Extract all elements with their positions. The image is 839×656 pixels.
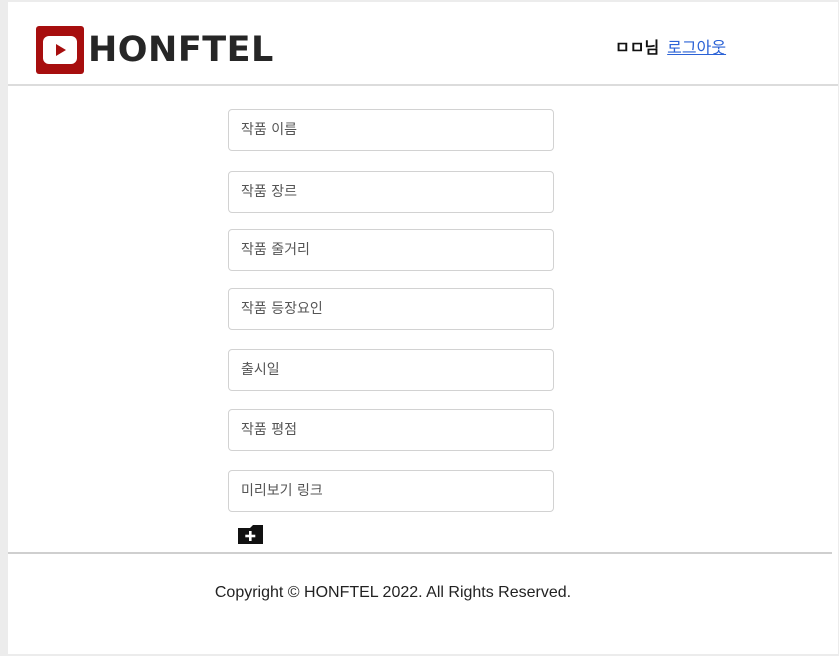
footer-divider [8, 552, 832, 554]
work-rating-input[interactable] [228, 409, 554, 451]
logo-text: HONFTEL [88, 30, 274, 70]
logout-link[interactable]: 로그아웃 [667, 34, 726, 58]
logo[interactable]: HONFTEL [36, 26, 274, 74]
folder-plus-icon [238, 525, 263, 544]
copyright-text: Copyright © HONFTEL 2022. All Rights Res… [214, 584, 572, 601]
work-characters-input[interactable] [228, 288, 554, 330]
work-genre-input[interactable] [228, 171, 554, 213]
release-date-input[interactable] [228, 349, 554, 391]
play-logo-icon [36, 26, 84, 74]
header: HONFTEL ㅁㅁ님 로그아웃 [8, 2, 838, 86]
work-title-input[interactable] [228, 109, 554, 151]
page: HONFTEL ㅁㅁ님 로그아웃 Copyright © HONFTEL 202… [8, 2, 838, 654]
work-plot-input[interactable] [228, 229, 554, 271]
user-area: ㅁㅁ님 로그아웃 [615, 34, 726, 58]
preview-link-input[interactable] [228, 470, 554, 512]
user-name: ㅁㅁ님 [615, 40, 660, 57]
add-folder-button[interactable] [237, 524, 264, 545]
